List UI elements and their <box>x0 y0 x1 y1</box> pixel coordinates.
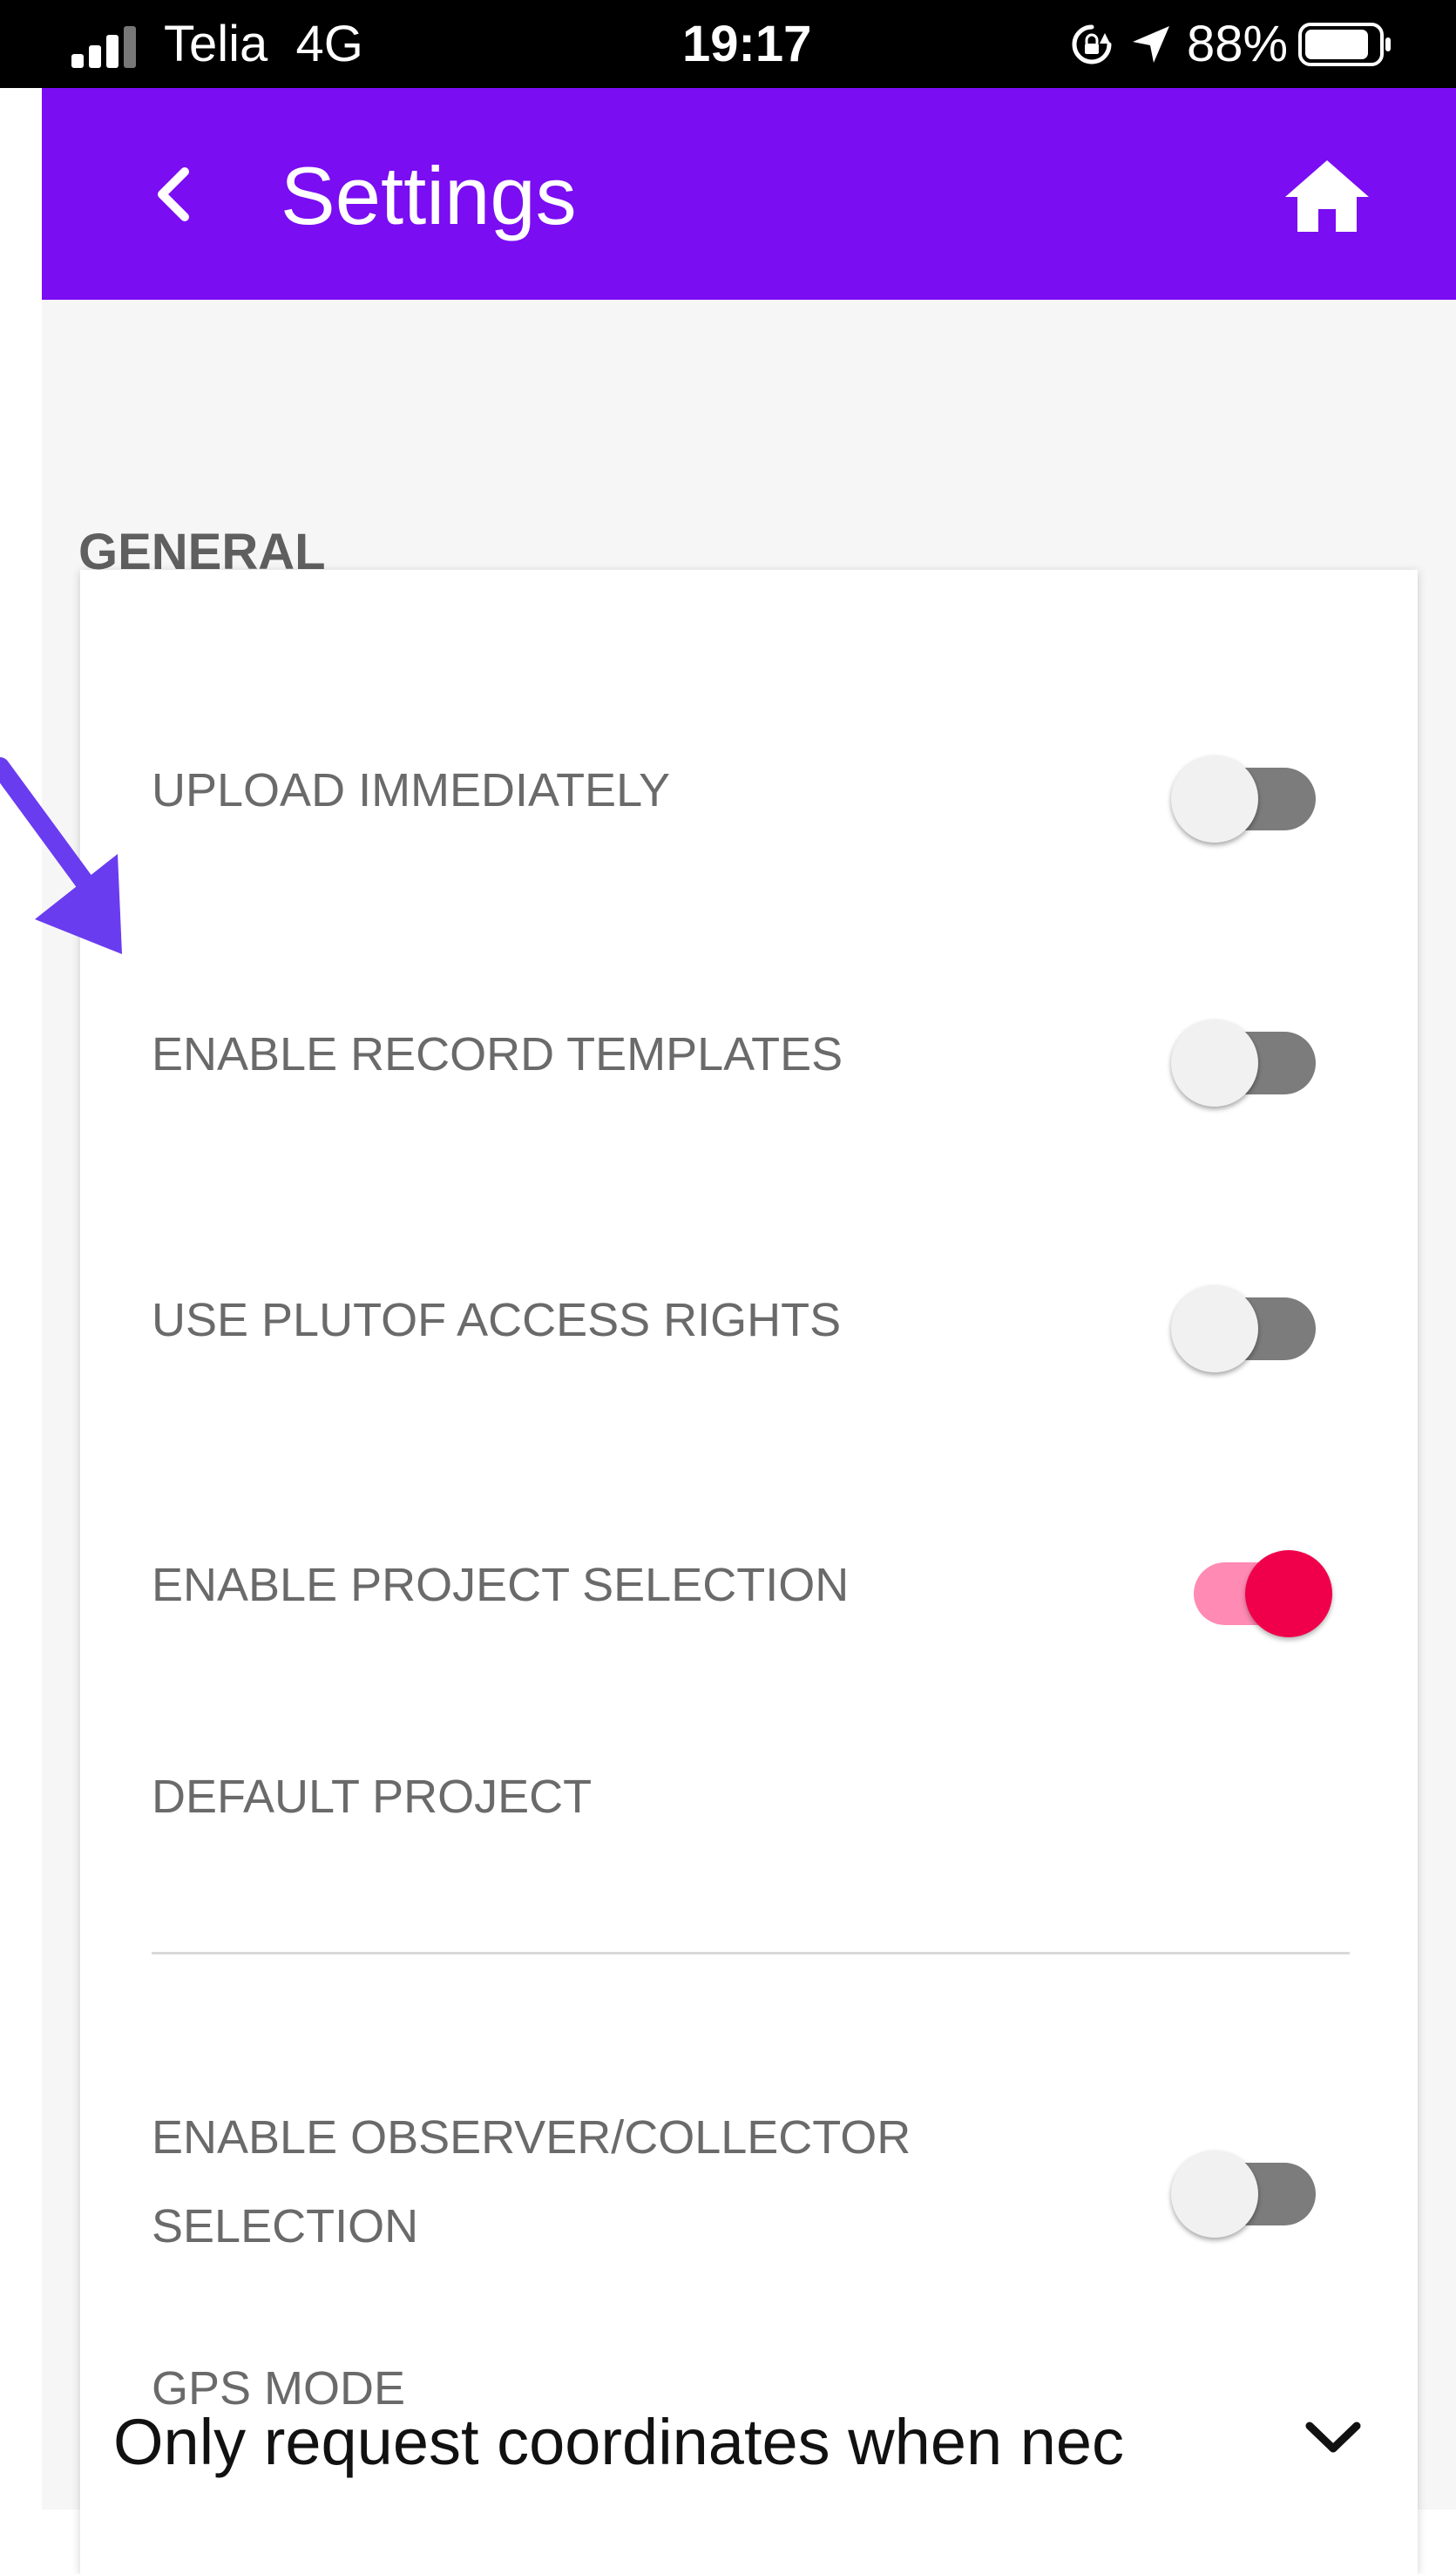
toggle-knob <box>1171 1285 1258 1372</box>
network-type: 4G <box>295 16 363 72</box>
toggle-knob <box>1171 2151 1258 2238</box>
enable-record-templates-toggle[interactable] <box>1171 1002 1328 1107</box>
annotation-arrow-icon <box>0 757 122 954</box>
settings-page: Settings GENERAL UPLOAD IMMEDIATELY ENAB… <box>42 88 1456 2574</box>
chevron-left-icon <box>158 167 189 221</box>
clock-time: 19:17 <box>682 16 812 72</box>
gps-mode-select[interactable]: Only request coordinates when nec <box>113 2394 1368 2499</box>
setting-label-upload-immediately: UPLOAD IMMEDIATELY <box>152 764 671 816</box>
setting-label-use-plutof-access-rights: USE PLUTOF ACCESS RIGHTS <box>152 1294 842 1346</box>
signal-strength-icon <box>71 26 136 68</box>
upload-immediately-toggle[interactable] <box>1171 738 1328 843</box>
carrier-name: Telia <box>164 16 268 72</box>
toggle-knob <box>1245 1550 1332 1637</box>
general-settings-card: UPLOAD IMMEDIATELY ENABLE RECORD TEMPLAT… <box>80 570 1418 2574</box>
toggle-knob <box>1171 755 1258 843</box>
setting-label-observer-collector-line2: SELECTION <box>152 2200 419 2252</box>
rotation-lock-icon <box>1072 24 1112 64</box>
use-plutof-access-rights-toggle[interactable] <box>1171 1268 1328 1372</box>
setting-label-enable-record-templates: ENABLE RECORD TEMPLATES <box>152 1028 843 1080</box>
default-project-divider <box>152 1952 1350 1954</box>
battery-icon <box>1298 23 1392 66</box>
page-title: Settings <box>281 150 577 241</box>
back-button[interactable] <box>138 159 207 229</box>
setting-label-enable-project-selection: ENABLE PROJECT SELECTION <box>152 1559 850 1611</box>
home-button[interactable] <box>1279 152 1375 240</box>
default-project-label: DEFAULT PROJECT <box>152 1771 593 1823</box>
gps-mode-selected-value: Only request coordinates when nec <box>113 2406 1125 2478</box>
chevron-down-icon <box>1305 2422 1361 2453</box>
app-bar: Settings <box>42 88 1456 300</box>
location-arrow-icon <box>1133 26 1169 63</box>
enable-observer-collector-selection-toggle[interactable] <box>1171 2133 1328 2238</box>
setting-label-observer-collector-line1: ENABLE OBSERVER/COLLECTOR <box>152 2111 911 2164</box>
battery-percentage: 88% <box>1187 16 1289 72</box>
toggle-knob <box>1171 1019 1258 1107</box>
home-icon <box>1285 160 1369 232</box>
enable-project-selection-toggle[interactable] <box>1171 1533 1332 1637</box>
default-project-field[interactable] <box>152 1842 1350 1947</box>
status-bar: Telia 4G 19:17 88% <box>0 0 1456 88</box>
